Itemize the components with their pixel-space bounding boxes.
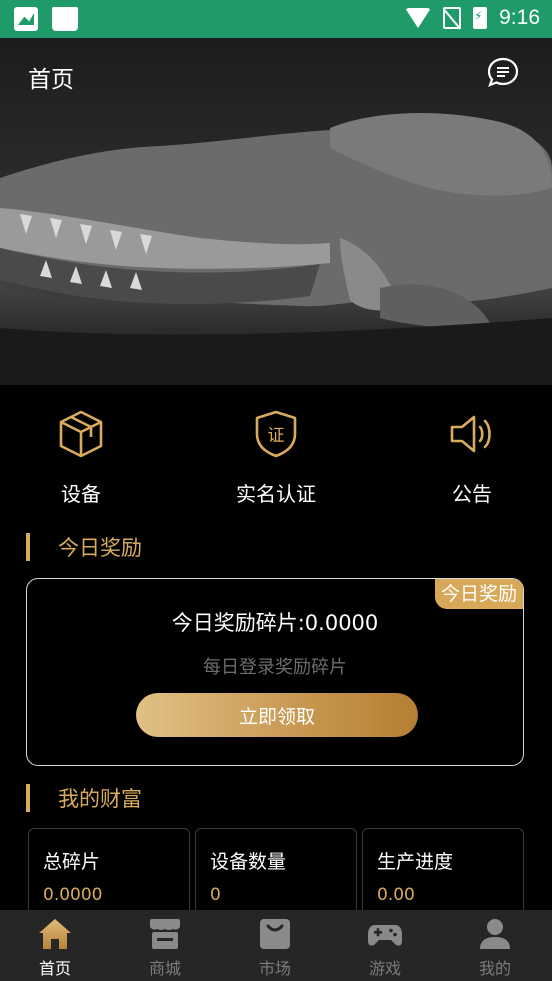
entry-verification[interactable]: 证 实名认证 xyxy=(216,408,336,507)
tab-label: 首页 xyxy=(38,959,71,978)
wealth-value: 0.0000 xyxy=(43,885,103,905)
wealth-value: 0 xyxy=(210,885,221,905)
message-icon[interactable] xyxy=(486,56,520,90)
page-title: 首页 xyxy=(28,67,74,93)
claim-reward-button[interactable]: 立即领取 xyxy=(136,693,418,737)
entry-device-label: 设备 xyxy=(61,482,101,506)
reward-description: 每日登录奖励碎片 xyxy=(203,657,347,678)
bottom-tab-bar: 首页 商城 市场 游戏 我的 xyxy=(0,910,552,981)
svg-text:证: 证 xyxy=(268,426,285,446)
home-icon xyxy=(39,919,71,949)
tab-label: 我的 xyxy=(478,959,511,978)
entry-announcement-label: 公告 xyxy=(452,482,492,506)
battery-charging-icon xyxy=(473,7,488,29)
user-icon xyxy=(480,919,510,949)
tab-market[interactable]: 市场 xyxy=(220,910,330,981)
reward-card: 今日奖励 今日奖励碎片:0.0000 每日登录奖励碎片 立即领取 xyxy=(26,578,524,766)
tab-home[interactable]: 首页 xyxy=(0,910,110,981)
section-today-reward: 今日奖励 xyxy=(26,532,142,562)
tab-profile[interactable]: 我的 xyxy=(440,910,550,981)
tab-label: 游戏 xyxy=(368,959,401,978)
speaker-icon xyxy=(450,415,491,453)
crocodile-banner-image xyxy=(0,112,552,385)
tab-label: 商城 xyxy=(148,959,181,978)
shopping-notification-icon xyxy=(52,7,78,31)
gallery-notification-icon xyxy=(14,7,38,31)
tab-store[interactable]: 商城 xyxy=(110,910,220,981)
wealth-cards: 总碎片 0.0000 设备数量 0 生产进度 0.00 xyxy=(28,828,524,924)
tab-games[interactable]: 游戏 xyxy=(330,910,440,981)
entry-verification-label: 实名认证 xyxy=(236,482,316,506)
wealth-label: 设备数量 xyxy=(210,851,287,873)
wifi-icon xyxy=(405,8,432,28)
wealth-label: 总碎片 xyxy=(43,851,101,873)
status-bar: 9:16 xyxy=(0,0,552,38)
cube-icon xyxy=(59,410,103,458)
quick-entries: 设备 证 实名认证 公告 xyxy=(0,408,552,508)
wealth-label: 生产进度 xyxy=(377,851,454,873)
wealth-value: 0.00 xyxy=(377,885,415,905)
shield-certificate-icon: 证 xyxy=(255,410,297,458)
tab-label: 市场 xyxy=(258,959,291,978)
reward-amount: 今日奖励碎片:0.0000 xyxy=(171,611,379,635)
hero-banner: 首页 xyxy=(0,38,552,385)
gamepad-icon xyxy=(368,925,402,946)
entry-announcement[interactable]: 公告 xyxy=(412,408,532,507)
no-sim-icon xyxy=(443,7,462,29)
store-icon xyxy=(150,919,180,949)
section-accent-bar xyxy=(26,784,30,812)
status-time: 9:16 xyxy=(499,6,540,29)
reward-badge: 今日奖励 xyxy=(434,579,523,609)
entry-device[interactable]: 设备 xyxy=(21,408,141,507)
section-my-wealth: 我的财富 xyxy=(26,783,142,813)
section-accent-bar xyxy=(26,533,30,561)
section-title: 今日奖励 xyxy=(58,536,142,560)
section-title: 我的财富 xyxy=(58,787,142,811)
shopping-bag-icon xyxy=(260,919,290,949)
